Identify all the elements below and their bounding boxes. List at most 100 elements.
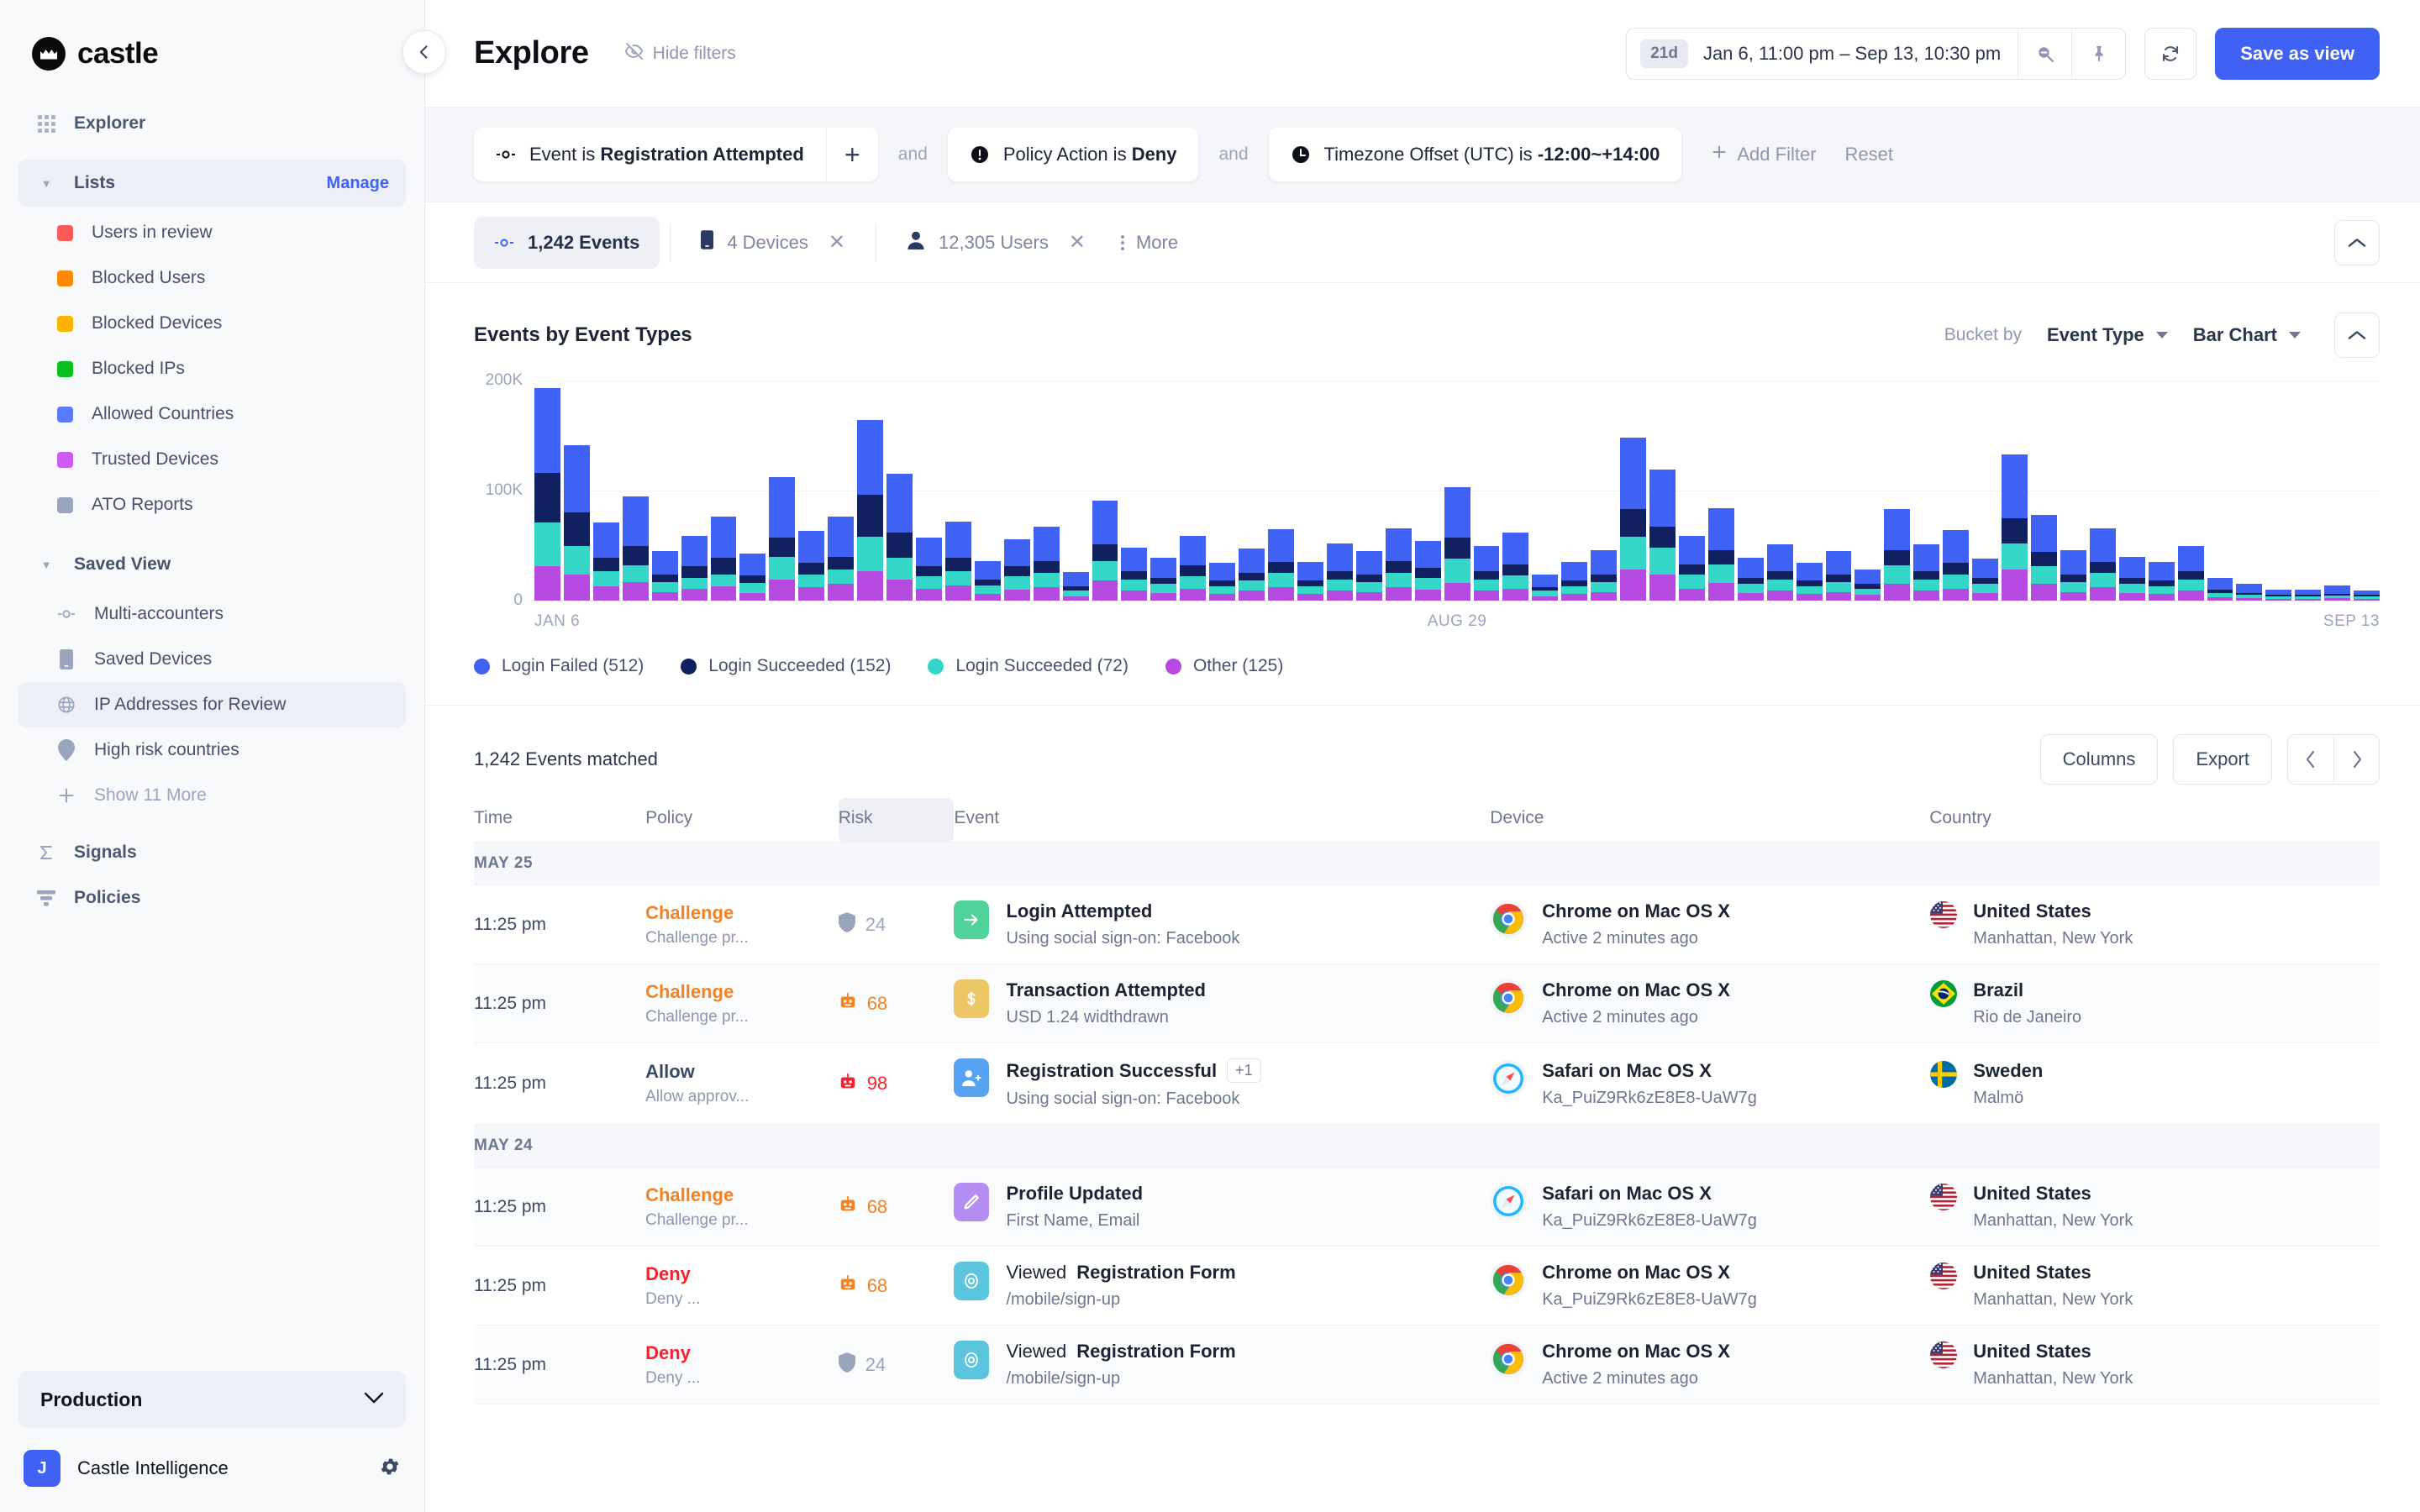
event-extra-badge[interactable]: +1 [1227, 1058, 1261, 1083]
filter-chip[interactable]: Timezone Offset (UTC) is -12:00~+14:00 [1268, 128, 1682, 181]
sidebar-section-saved-view[interactable]: ▼ Saved View [18, 541, 406, 588]
chart-bar[interactable] [2177, 545, 2204, 601]
chart-bar[interactable] [1473, 545, 1500, 601]
table-row[interactable]: 11:25 pm Deny Deny ... 24 Viewed Registr… [474, 1325, 2380, 1404]
chart-bar[interactable] [2031, 514, 2057, 601]
chart-bar[interactable] [1561, 562, 1588, 601]
chart-bar[interactable] [622, 496, 649, 601]
summary-collapse-button[interactable] [2334, 219, 2380, 265]
environment-selector[interactable]: Production [18, 1371, 406, 1428]
table-row[interactable]: 11:25 pm Allow Allow approv... 98 Regist… [474, 1042, 2380, 1125]
chart-bar[interactable] [1884, 509, 1911, 601]
chart-bar[interactable] [1385, 528, 1412, 601]
chart-bar[interactable] [2265, 589, 2292, 601]
sidebar-saved-view-item[interactable]: Saved Devices [18, 637, 406, 682]
column-header-event[interactable]: Event [954, 798, 1490, 843]
chart-bar[interactable] [592, 522, 619, 601]
save-as-view-button[interactable]: Save as view [2215, 27, 2380, 80]
sidebar-item-signals[interactable]: Signals [18, 830, 406, 875]
chart-bar[interactable] [915, 538, 942, 601]
column-header-risk[interactable]: Risk [838, 798, 955, 843]
date-range-picker[interactable]: 21d Jan 6, 11:00 pm – Sep 13, 10:30 pm [1626, 27, 2127, 80]
chart-bar[interactable] [1121, 548, 1148, 601]
sidebar-list-item[interactable]: Blocked IPs [18, 346, 406, 391]
chart-collapse-button[interactable] [2334, 312, 2380, 358]
filter-chip[interactable]: Policy Action is Deny [947, 128, 1199, 181]
chart-legend-item[interactable]: Other (125) [1165, 656, 1283, 676]
sidebar-collapse-button[interactable] [402, 30, 446, 74]
add-filter-button[interactable]: Add Filter [1710, 143, 1817, 166]
chart-bar[interactable] [769, 477, 796, 601]
filter-add-value-button[interactable]: + [825, 128, 878, 181]
chart-bar[interactable] [1532, 574, 1559, 601]
chart-bar[interactable] [828, 517, 855, 601]
filter-chip-body[interactable]: Event is Registration Attempted [474, 128, 826, 181]
sidebar-list-item[interactable]: Trusted Devices [18, 437, 406, 482]
table-row[interactable]: 11:25 pm Challenge Challenge pr... 24 Lo… [474, 885, 2380, 964]
chart-bar[interactable] [2089, 528, 2116, 601]
summary-chip[interactable]: 4 Devices ✕ [681, 217, 865, 269]
chart-bar[interactable] [651, 551, 678, 601]
chart-bar[interactable] [1502, 532, 1529, 601]
filter-chip[interactable]: Event is Registration Attempted + [474, 128, 878, 181]
sidebar-list-item[interactable]: Allowed Countries [18, 391, 406, 437]
gear-icon[interactable] [379, 1456, 401, 1482]
chart-bar[interactable] [2324, 585, 2351, 601]
manage-lists-link[interactable]: Manage [327, 174, 389, 193]
sidebar-saved-view-item[interactable]: Multi-accounters [18, 591, 406, 637]
more-summary-button[interactable]: More [1106, 232, 1193, 254]
chart-bar[interactable] [1913, 544, 1940, 601]
chart-bar[interactable] [1414, 541, 1441, 601]
chart-bar[interactable] [2207, 577, 2233, 601]
reset-filters-button[interactable]: Reset [1845, 144, 1893, 165]
date-range-main[interactable]: 21d Jan 6, 11:00 pm – Sep 13, 10:30 pm [1627, 29, 2018, 79]
chart-bar[interactable] [1444, 487, 1470, 601]
chart-bar[interactable] [1854, 570, 1881, 601]
sidebar-list-item[interactable]: ATO Reports [18, 482, 406, 528]
chart-bar[interactable] [1355, 551, 1382, 601]
chart-bar[interactable] [563, 445, 590, 601]
chart-bar[interactable] [798, 531, 825, 601]
account-row[interactable]: J Castle Intelligence [18, 1450, 406, 1487]
zoom-out-icon[interactable] [2018, 28, 2071, 79]
chart-bar[interactable] [1092, 500, 1118, 601]
chart-bar[interactable] [974, 560, 1001, 601]
chart-bar[interactable] [1943, 530, 1970, 601]
table-row[interactable]: 11:25 pm Challenge Challenge pr... 68 Pr… [474, 1167, 2380, 1247]
export-button[interactable]: Export [2173, 734, 2272, 785]
chart-bar[interactable] [1003, 538, 1030, 601]
chart-bar[interactable] [2354, 591, 2381, 601]
sidebar-list-item[interactable]: Blocked Devices [18, 301, 406, 346]
chart-bar[interactable] [1825, 551, 1852, 601]
sidebar-item-explorer[interactable]: Explorer [18, 101, 406, 146]
sidebar-saved-view-item[interactable]: High risk countries [18, 727, 406, 773]
refresh-button[interactable] [2144, 27, 2197, 80]
chart-bar[interactable] [2295, 589, 2322, 601]
table-row[interactable]: 11:25 pm Challenge Challenge pr... 68 Tr… [474, 963, 2380, 1043]
chart-bar[interactable] [857, 420, 884, 601]
chart-bar[interactable] [1678, 535, 1705, 601]
chart-bar[interactable] [944, 521, 971, 601]
chart-bar[interactable] [2148, 562, 2175, 601]
chart-bar[interactable] [1268, 528, 1294, 601]
columns-button[interactable]: Columns [2039, 734, 2159, 785]
sidebar-list-item[interactable]: Blocked Users [18, 255, 406, 301]
chart-bar[interactable] [886, 474, 913, 601]
chart-bar[interactable] [534, 388, 560, 601]
column-header-policy[interactable]: Policy [645, 798, 839, 843]
chart-bar[interactable] [1649, 470, 1676, 601]
bucket-by-select[interactable]: Event Type [2047, 324, 2168, 346]
prev-page-button[interactable] [2288, 735, 2333, 784]
chart-type-select[interactable]: Bar Chart [2193, 324, 2301, 346]
pin-icon[interactable] [2071, 28, 2125, 79]
chart-bar[interactable] [1737, 557, 1764, 601]
column-header-time[interactable]: Time [474, 798, 645, 843]
chart-bar[interactable] [1707, 508, 1734, 601]
sidebar-saved-view-item[interactable]: Show 11 More [18, 773, 406, 818]
column-header-device[interactable]: Device [1490, 798, 1929, 843]
filter-chip-body[interactable]: Policy Action is Deny [948, 128, 1199, 181]
summary-chip[interactable]: 12,305 Users ✕ [886, 217, 1106, 269]
column-header-country[interactable]: Country [1929, 798, 2380, 843]
filter-chip-body[interactable]: Timezone Offset (UTC) is -12:00~+14:00 [1269, 128, 1682, 181]
chart-bar[interactable] [1150, 557, 1177, 601]
